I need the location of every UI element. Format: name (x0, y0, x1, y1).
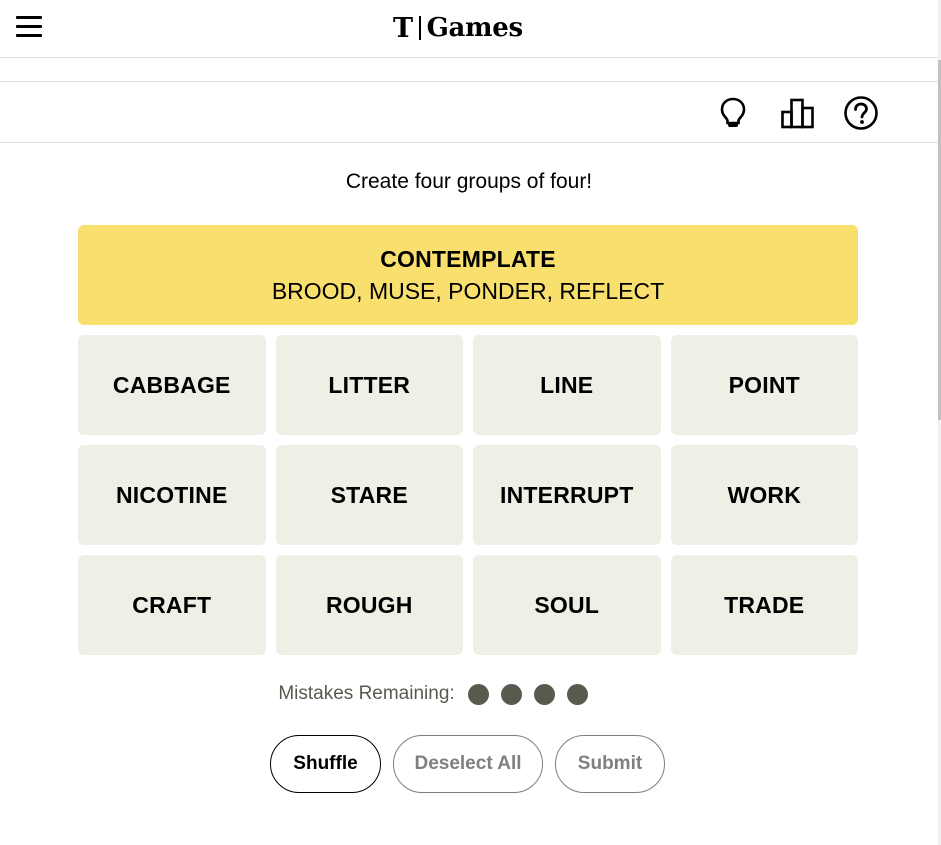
word-tile[interactable]: CABBAGE (78, 335, 266, 435)
word-tile[interactable]: LINE (473, 335, 661, 435)
word-tile[interactable]: INTERRUPT (473, 445, 661, 545)
word-tile[interactable]: TRADE (670, 555, 858, 655)
word-tile[interactable]: STARE (275, 445, 463, 545)
menu-icon[interactable] (16, 15, 42, 39)
leaderboard-icon[interactable] (780, 96, 814, 130)
game-controls: Shuffle Deselect All Submit (270, 735, 665, 793)
mistake-dot (533, 683, 555, 705)
shuffle-button[interactable]: Shuffle (270, 735, 381, 793)
solved-group-yellow: CONTEMPLATE BROOD, MUSE, PONDER, REFLECT (78, 225, 858, 325)
deselect-all-button[interactable]: Deselect All (393, 735, 543, 793)
nyt-games-logo[interactable]: T Games (393, 12, 523, 44)
solved-group-members: BROOD, MUSE, PONDER, REFLECT (271, 277, 665, 304)
word-tile[interactable]: SOUL (473, 555, 661, 655)
word-tile[interactable]: POINT (670, 335, 858, 435)
mistakes-remaining: Mistakes Remaining: (0, 683, 938, 705)
mistake-dot (500, 683, 522, 705)
submit-button[interactable]: Submit (555, 735, 665, 793)
mistake-dot (467, 683, 489, 705)
nyt-logo-mark: T (393, 12, 414, 44)
game-instructions: Create four groups of four! (345, 170, 593, 193)
word-tile[interactable]: ROUGH (275, 555, 463, 655)
logo-text: Games (426, 13, 524, 43)
solved-group-title: CONTEMPLATE (380, 245, 556, 272)
mistake-dots (467, 683, 588, 705)
word-tile[interactable]: NICOTINE (78, 445, 266, 545)
lightbulb-icon[interactable] (716, 96, 750, 130)
word-tile[interactable]: LITTER (275, 335, 463, 435)
mistakes-label: Mistakes Remaining: (278, 683, 455, 704)
word-tile[interactable]: CRAFT (78, 555, 266, 655)
top-navigation-bar: T Games (0, 0, 938, 58)
help-icon[interactable] (843, 96, 878, 130)
logo-divider (419, 16, 421, 40)
mistake-dot (566, 683, 588, 705)
word-tile[interactable]: WORK (670, 445, 858, 545)
ad-strip (0, 58, 938, 82)
game-toolbar (0, 82, 938, 143)
word-tile-grid: CABBAGE LITTER LINE POINT NICOTINE STARE… (78, 335, 858, 655)
